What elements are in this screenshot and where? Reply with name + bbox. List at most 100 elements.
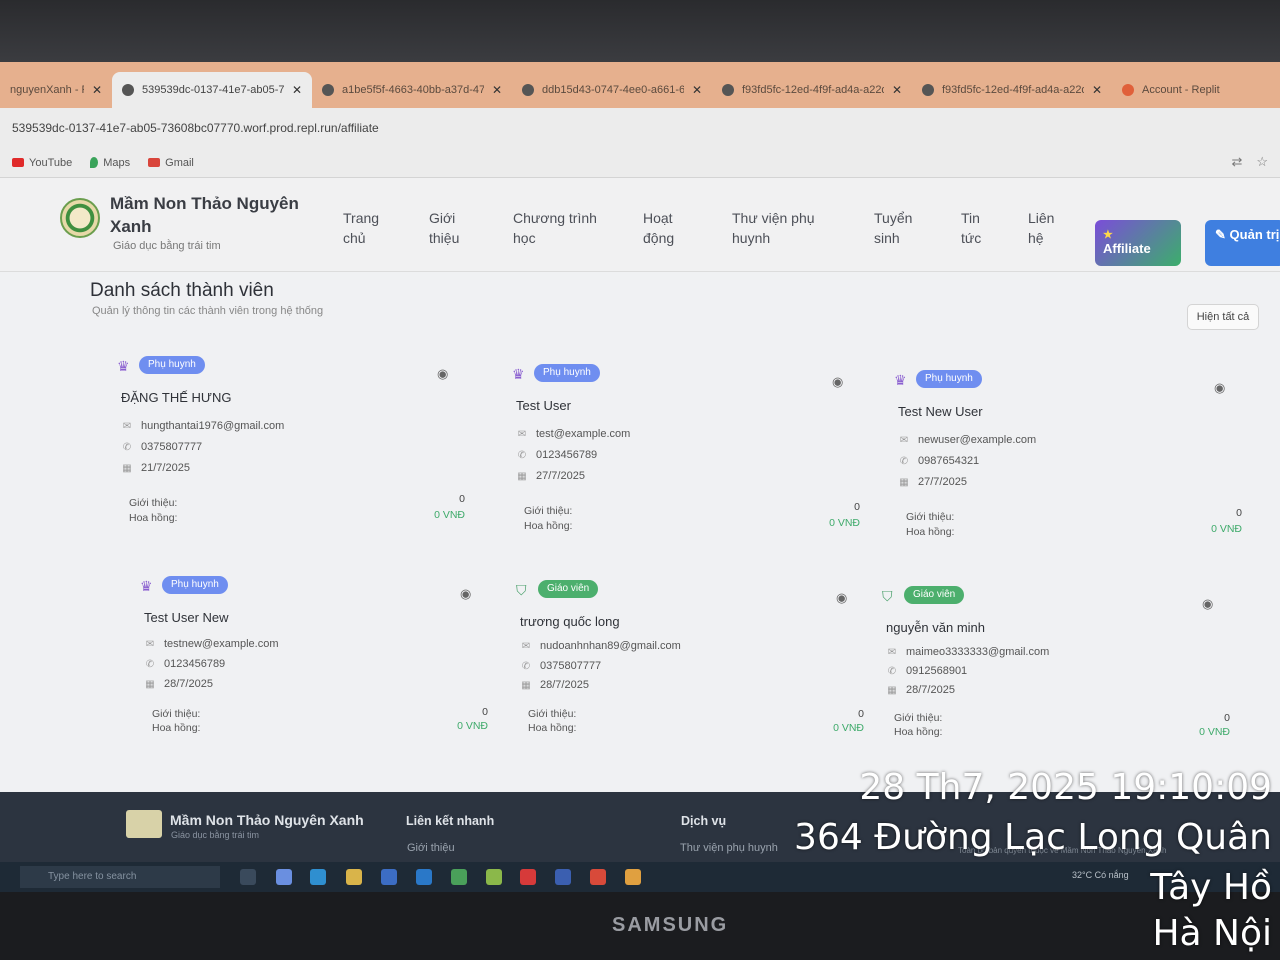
nav-thu-vien-phu-huynh[interactable]: Thư viện phụ huynh <box>732 208 822 248</box>
replit-favicon-icon <box>322 84 334 96</box>
close-tab-icon[interactable]: ✕ <box>892 83 902 97</box>
member-date: 27/7/2025 <box>536 470 585 482</box>
taskbar-search-input[interactable]: Type here to search <box>20 866 220 888</box>
commission-value: 0 VNĐ <box>833 722 864 734</box>
mail-icon: ✉ <box>887 646 897 658</box>
member-card: ♛ Phụ huynh ◉ Test User New ✉ testnew@exa… <box>140 576 500 766</box>
mail-icon: ✉ <box>899 434 909 446</box>
nav-chuong-trinh-hoc[interactable]: Chương trình học <box>513 208 603 248</box>
bookmark-maps[interactable]: Maps <box>90 157 130 169</box>
browser-tab-active[interactable]: 539539dc-0137-41e7-ab05-73( ✕ <box>112 72 312 108</box>
browser-tab[interactable]: ddb15d43-0747-4ee0-a661-67 ✕ <box>512 72 712 108</box>
shield-icon: ⛉ <box>516 582 527 598</box>
calendar-icon: ▦ <box>517 470 527 482</box>
bookmark-gmail[interactable]: Gmail <box>148 157 194 169</box>
view-eye-icon[interactable]: ◉ <box>437 366 448 382</box>
member-email: test@example.com <box>536 428 631 440</box>
crown-icon: ♛ <box>117 358 130 374</box>
mail-icon: ✉ <box>145 638 155 650</box>
close-tab-icon[interactable]: ✕ <box>1092 83 1102 97</box>
browser-tab[interactable]: f93fd5fc-12ed-4f9f-ad4a-a22d ✕ <box>912 72 1112 108</box>
chrome-active-icon[interactable] <box>625 869 641 885</box>
chrome-alt-icon[interactable] <box>451 869 467 885</box>
role-badge: Giáo viên <box>904 586 965 604</box>
nav-hoat-dong[interactable]: Hoạt động <box>643 208 688 248</box>
view-eye-icon[interactable]: ◉ <box>1214 380 1225 396</box>
commission-value: 0 VNĐ <box>434 509 465 521</box>
chrome-icon[interactable] <box>590 869 606 885</box>
member-phone: 0912568901 <box>906 665 968 677</box>
bookmark-youtube[interactable]: YouTube <box>12 157 72 169</box>
phone-icon: ✆ <box>517 449 527 461</box>
view-eye-icon[interactable]: ◉ <box>460 586 471 602</box>
member-name: Test User <box>516 398 571 413</box>
notes-icon[interactable] <box>486 869 502 885</box>
footer-link-thu-vien[interactable]: Thư viện phụ huynh <box>680 842 778 854</box>
crown-icon: ♛ <box>140 578 153 594</box>
word-icon[interactable] <box>555 869 571 885</box>
footer-link-gioi-thieu[interactable]: Giới thiệu <box>407 842 455 854</box>
quick-links-heading: Liên kết nhanh <box>406 814 495 828</box>
site-brand[interactable]: Mầm Non Thảo Nguyên Xanh <box>110 192 310 238</box>
nav-gioi-thieu[interactable]: Giới thiệu <box>429 208 479 248</box>
edge-icon[interactable] <box>310 869 326 885</box>
member-date: 28/7/2025 <box>164 678 213 690</box>
address-bar[interactable]: 539539dc-0137-41e7-ab05-73608bc07770.wor… <box>0 108 1280 148</box>
member-email: newuser@example.com <box>918 434 1037 446</box>
nav-lien-he[interactable]: Liên hệ <box>1028 208 1058 248</box>
admin-button[interactable]: ✎ Quản trị <box>1205 220 1280 266</box>
bookmark-label: Gmail <box>165 156 194 169</box>
close-tab-icon[interactable]: ✕ <box>92 83 102 97</box>
weather-widget[interactable]: 32°C Có nắng <box>1072 870 1129 880</box>
translate-icon[interactable]: ⇄ <box>1231 154 1242 170</box>
tab-title: ddb15d43-0747-4ee0-a661-67 <box>542 84 684 96</box>
site-header: Mầm Non Thảo Nguyên Xanh Giáo dục bằng t… <box>0 178 1280 272</box>
nav-tin-tuc[interactable]: Tin tức <box>961 208 991 248</box>
nav-tuyen-sinh[interactable]: Tuyển sinh <box>874 208 919 248</box>
close-tab-icon[interactable]: ✕ <box>492 83 502 97</box>
admin-label: Quản trị <box>1229 227 1280 242</box>
close-tab-icon[interactable]: ✕ <box>292 83 302 97</box>
member-phone: 0375807777 <box>141 441 203 453</box>
referrals-value: 0 <box>858 708 864 720</box>
file-explorer-icon[interactable] <box>346 869 362 885</box>
commission-value: 0 VNĐ <box>1199 726 1230 738</box>
view-eye-icon[interactable]: ◉ <box>1202 596 1213 612</box>
monitor-brand-logo: SAMSUNG <box>612 914 729 936</box>
close-tab-icon[interactable]: ✕ <box>692 83 702 97</box>
show-all-button[interactable]: Hiện tất cả <box>1187 304 1259 330</box>
member-email: hungthantai1976@gmail.com <box>141 420 285 432</box>
member-phone: 0987654321 <box>918 455 980 467</box>
replit-favicon-icon <box>922 84 934 96</box>
browser-tab[interactable]: Account - Replit <box>1112 72 1232 108</box>
star-icon[interactable]: ☆ <box>1256 154 1268 170</box>
browser-tab[interactable]: nguyenXanh - R ✕ <box>0 72 112 108</box>
bookmark-label: YouTube <box>29 156 73 169</box>
referrals-label: Giới thiệu: <box>906 511 955 523</box>
site-logo[interactable] <box>60 198 100 238</box>
member-name: ĐẶNG THẾ HƯNG <box>121 390 232 405</box>
member-phone-row: ✆ 0123456789 <box>516 449 597 461</box>
nav-trang-chu[interactable]: Trang chủ <box>343 208 393 248</box>
youtube-app-icon[interactable] <box>520 869 536 885</box>
url-text[interactable]: 539539dc-0137-41e7-ab05-73608bc07770.wor… <box>12 121 379 135</box>
member-email-row: ✉ newuser@example.com <box>898 434 1036 446</box>
member-email-row: ✉ maimeo3333333@gmail.com <box>886 646 1049 658</box>
phone-icon: ✆ <box>521 660 531 672</box>
referrals-label: Giới thiệu: <box>129 497 178 509</box>
mail-icon: ✉ <box>122 420 132 432</box>
store-icon[interactable] <box>381 869 397 885</box>
browser-tab[interactable]: f93fd5fc-12ed-4f9f-ad4a-a22d ✕ <box>712 72 912 108</box>
member-date-row: ▦ 27/7/2025 <box>898 476 967 488</box>
task-view-icon[interactable] <box>240 869 256 885</box>
affiliate-button[interactable]: ★ Affiliate <box>1095 220 1181 266</box>
view-eye-icon[interactable]: ◉ <box>832 374 843 390</box>
outlook-icon[interactable] <box>416 869 432 885</box>
referrals-value: 0 <box>854 501 860 513</box>
browser-tab[interactable]: a1be5f5f-4663-40bb-a37d-476 ✕ <box>312 72 512 108</box>
mail-icon: ✉ <box>521 640 531 652</box>
member-date-row: ▦ 28/7/2025 <box>144 678 213 690</box>
copilot-icon[interactable] <box>276 869 292 885</box>
member-phone-row: ✆ 0912568901 <box>886 665 967 677</box>
view-eye-icon[interactable]: ◉ <box>836 590 847 606</box>
